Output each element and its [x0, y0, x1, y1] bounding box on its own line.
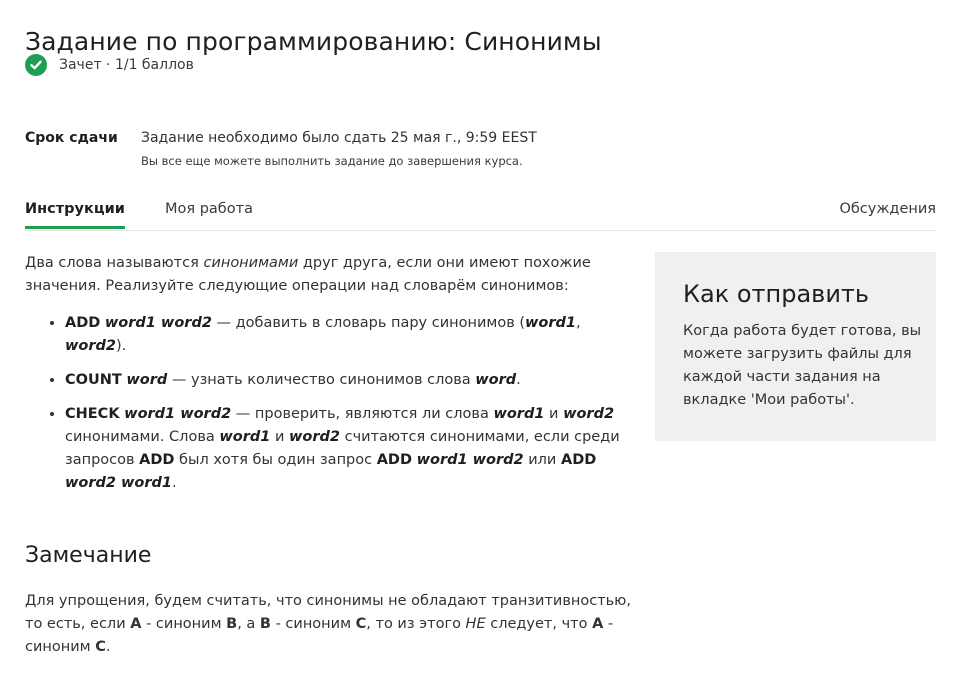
deadline-text: Задание необходимо было сдать 25 мая г.,…	[141, 130, 537, 146]
check-circle-icon	[25, 54, 47, 76]
tab-discussions[interactable]: Обсуждения	[839, 201, 936, 217]
tab-instructions[interactable]: Инструкции	[25, 201, 125, 229]
list-item-count: COUNT word — узнать количество синонимов…	[65, 369, 625, 392]
grade-text: Зачет · 1/1 баллов	[59, 57, 194, 73]
deadline-label: Срок сдачи	[25, 130, 118, 146]
synonyms-term: синонимами	[203, 255, 299, 271]
list-item-add: ADD word1 word2 — добавить в словарь пар…	[65, 312, 625, 358]
tab-my-work[interactable]: Моя работа	[165, 201, 253, 217]
list-item-check: CHECK word1 word2 — проверить, являются …	[65, 403, 625, 495]
how-to-submit-text: Когда работа будет готова, вы можете заг…	[683, 323, 922, 408]
tab-bar: Инструкции Моя работа Обсуждения	[25, 198, 936, 231]
page-title: Задание по программированию: Синонимы	[25, 26, 602, 56]
how-to-submit-panel: Как отправить Когда работа будет готова,…	[655, 252, 936, 441]
operations-list: ADD word1 word2 — добавить в словарь пар…	[25, 312, 625, 495]
deadline-note: Вы все еще можете выполнить задание до з…	[141, 154, 523, 168]
grade-status: Зачет · 1/1 баллов	[25, 54, 194, 76]
how-to-submit-title: Как отправить	[683, 280, 870, 308]
instructions-content: Два слова называются синонимами друг дру…	[25, 252, 625, 506]
remark-heading: Замечание	[25, 543, 152, 568]
intro-paragraph: Два слова называются синонимами друг дру…	[25, 255, 591, 294]
remark-paragraph: Для упрощения, будем считать, что синони…	[25, 593, 631, 655]
